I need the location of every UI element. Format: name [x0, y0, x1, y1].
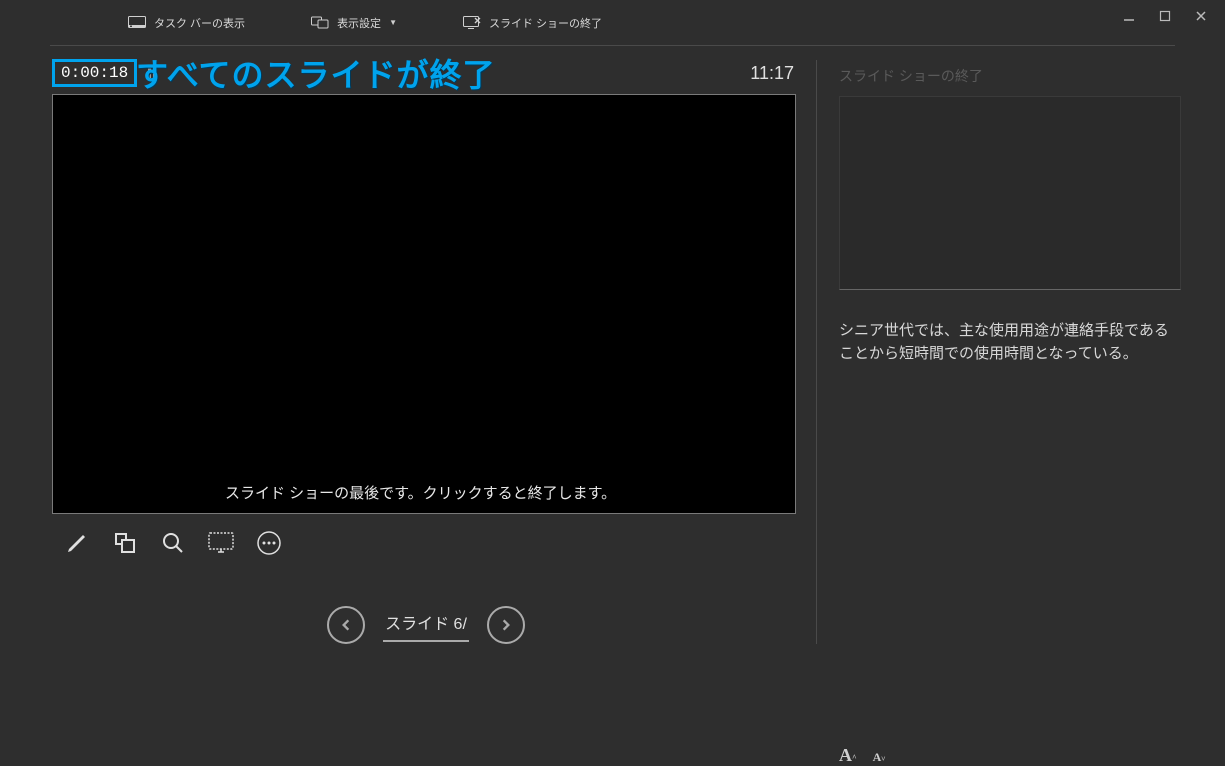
previous-slide-button[interactable] [327, 606, 365, 644]
show-taskbar-button[interactable]: タスク バーの表示 [110, 15, 263, 31]
end-slideshow-button[interactable]: スライド ショーの終了 [445, 15, 620, 31]
black-screen-button[interactable] [206, 528, 236, 558]
next-slide-panel: スライド ショーの終了 シニア世代では、主な使用用途が連絡手段であることから短時… [816, 60, 1181, 644]
end-slideshow-icon [463, 16, 481, 30]
next-slide-title: スライド ショーの終了 [839, 66, 1181, 86]
increase-font-button[interactable]: A^ [839, 745, 857, 766]
menu-bar: タスク バーの表示 表示設定 ▼ スライド ショーの終了 [50, 0, 1175, 46]
end-slideshow-label: スライド ショーの終了 [489, 15, 602, 31]
chevron-down-icon: ▼ [389, 18, 397, 27]
elapsed-timer: 0:00:18 [52, 59, 137, 87]
slide-navigation: スライド 6/ [52, 606, 800, 644]
show-taskbar-label: タスク バーの表示 [154, 15, 245, 31]
maximize-button[interactable] [1155, 6, 1175, 26]
close-button[interactable] [1191, 6, 1211, 26]
decrease-font-button[interactable]: A^ [873, 750, 886, 765]
minimize-button[interactable] [1119, 6, 1139, 26]
more-options-button[interactable] [254, 528, 284, 558]
zoom-button[interactable] [158, 528, 188, 558]
current-time: 11:17 [750, 63, 800, 84]
pen-tool-button[interactable] [62, 528, 92, 558]
presenter-tools [52, 514, 800, 558]
speaker-notes: シニア世代では、主な使用用途が連絡手段であることから短時間での使用時間となってい… [839, 320, 1181, 365]
content-area: 0:00:18 すべてのスライドが終了 11:17 スライド ショーの最後です。… [0, 46, 1225, 644]
display-settings-icon [311, 16, 329, 30]
slide-number-indicator[interactable]: スライド 6/ [383, 608, 469, 642]
annotation-overlay: すべてのスライドが終了 [136, 50, 495, 96]
display-settings-button[interactable]: 表示設定 ▼ [293, 15, 415, 31]
taskbar-icon [128, 16, 146, 30]
next-slide-preview[interactable] [839, 96, 1181, 290]
window-controls [1119, 6, 1211, 26]
see-all-slides-button[interactable] [110, 528, 140, 558]
current-slide-view[interactable]: スライド ショーの最後です。クリックすると終了します。 [52, 94, 796, 514]
font-size-controls: A^ A^ [839, 745, 886, 766]
slide-end-message: スライド ショーの最後です。クリックすると終了します。 [225, 482, 616, 503]
current-slide-panel: 0:00:18 すべてのスライドが終了 11:17 スライド ショーの最後です。… [52, 60, 800, 644]
display-settings-label: 表示設定 [337, 15, 381, 31]
next-slide-button[interactable] [487, 606, 525, 644]
timer-row: 0:00:18 すべてのスライドが終了 11:17 [52, 60, 800, 86]
